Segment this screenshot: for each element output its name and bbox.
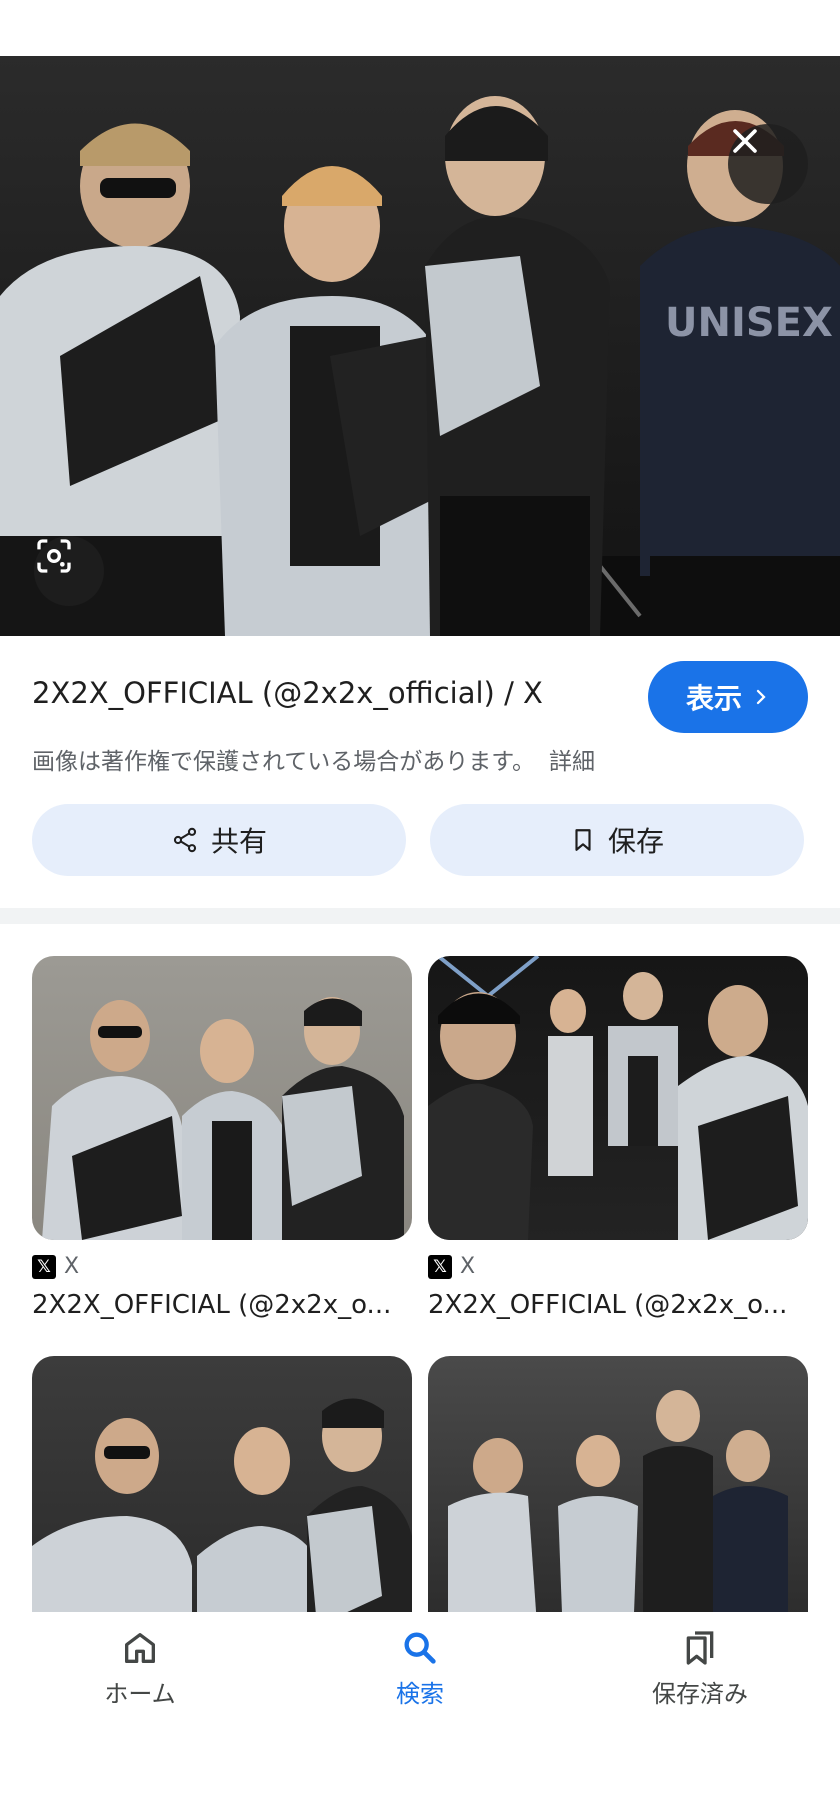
bottom-nav: ホーム 検索 保存済み (0, 1612, 840, 1820)
hero-photo: UNISEX (0, 96, 840, 636)
lens-button[interactable] (34, 536, 104, 606)
close-icon (733, 129, 757, 153)
view-button-label: 表示 (685, 682, 742, 715)
copyright-notice: 画像は著作権で保護されている場合があります。 詳細 (32, 742, 595, 776)
source-name: X (64, 1254, 80, 1279)
svg-text:UNISEX: UNISEX (665, 300, 833, 346)
nav-saved[interactable]: 保存済み (600, 1628, 800, 1709)
share-label: 共有 (210, 825, 267, 858)
save-label: 保存 (607, 825, 664, 858)
related-thumbnail[interactable] (428, 1356, 808, 1640)
related-caption[interactable]: 2X2X_OFFICIAL (@2x2x_o... (32, 1290, 412, 1320)
nav-search-label: 検索 (396, 1680, 444, 1708)
x-logo-icon: 𝕏 (32, 1254, 56, 1279)
nav-search[interactable]: 検索 (320, 1628, 520, 1709)
thumbnail-photo (32, 1398, 412, 1640)
share-icon (173, 827, 197, 853)
thumbnail-photo (428, 956, 808, 1240)
nav-saved-label: 保存済み (652, 1680, 748, 1708)
x-logo-icon: 𝕏 (428, 1254, 452, 1279)
bookmark-icon (575, 829, 591, 851)
lens-icon (37, 539, 71, 573)
result-title[interactable]: 2X2X_OFFICIAL (@2x2x_official) / X (32, 676, 632, 710)
copyright-text: 画像は著作権で保護されている場合があります。 (32, 749, 536, 775)
section-divider (0, 908, 840, 924)
thumbnail-photo (448, 1390, 788, 1640)
nav-home[interactable]: ホーム (40, 1628, 240, 1709)
related-thumbnail[interactable] (32, 956, 412, 1240)
chevron-right-icon (756, 689, 766, 705)
nav-home-label: ホーム (104, 1680, 176, 1708)
share-button[interactable]: 共有 (32, 804, 406, 876)
close-button[interactable] (728, 124, 808, 204)
hero-image[interactable]: UNISEX (0, 56, 840, 636)
search-icon (404, 1632, 436, 1664)
save-button[interactable]: 保存 (430, 804, 804, 876)
bookmarks-icon (686, 1631, 714, 1665)
related-thumbnail[interactable] (32, 1356, 412, 1640)
related-source[interactable]: 𝕏 X (32, 1254, 79, 1279)
view-button[interactable]: 表示 (648, 661, 808, 733)
detail-link[interactable]: 詳細 (549, 749, 595, 775)
related-source[interactable]: 𝕏 X (428, 1254, 475, 1279)
home-icon (125, 1633, 155, 1663)
related-thumbnail[interactable] (428, 956, 808, 1240)
source-name: X (460, 1254, 476, 1279)
related-caption[interactable]: 2X2X_OFFICIAL (@2x2x_o... (428, 1290, 808, 1320)
thumbnail-photo (42, 997, 404, 1240)
